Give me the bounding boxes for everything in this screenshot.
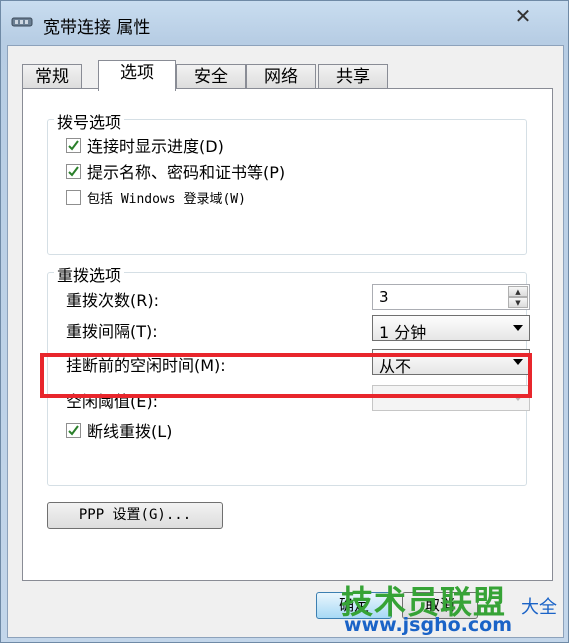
tab-networking[interactable]: 网络 [246,64,316,89]
spin-up-icon[interactable]: ▲ [508,286,528,297]
redialing-options-title: 重拨选项 [54,262,125,286]
window-title: 宽带连接 属性 [43,18,151,38]
redial-interval-label: 重拨间隔(T): [66,322,158,341]
watermark-url: www.jsgho.com [344,614,512,636]
checkbox-unchecked-icon [66,189,81,205]
chevron-down-icon [513,325,523,331]
checkbox-checked-icon [66,422,81,438]
watermark-suffix: 大全 [521,597,557,618]
tab-sharing[interactable]: 共享 [318,64,388,89]
checkbox-checked-icon [66,137,81,153]
redial-on-drop-label: 断线重拨(L) [87,422,173,441]
redial-attempts-value: 3 [379,288,389,306]
title-bar: 宽带连接 属性 ✕ [1,1,568,45]
include-windows-domain-checkbox[interactable]: 包括 Windows 登录域(W) [66,186,246,208]
tab-options[interactable]: 选项 [98,60,176,91]
dialing-options-group: 拨号选项 连接时显示进度(D) 提示名称、密码和证书等(P) 包括 Window… [47,109,527,255]
tab-security[interactable]: 安全 [176,64,246,89]
close-icon: ✕ [514,4,532,28]
prompt-credentials-label: 提示名称、密码和证书等(P) [87,163,286,182]
ppp-settings-button[interactable]: PPP 设置(G)... [47,502,223,529]
dialog-client: 常规 选项 安全 网络 共享 拨号选项 连接时显示进度(D) 提示名称、密码和证… [7,45,564,638]
redial-interval-select[interactable]: 1 分钟 [372,315,530,342]
checkbox-checked-icon [66,163,81,179]
spinner-arrows: ▲ ▼ [508,286,528,308]
tab-general[interactable]: 常规 [22,64,82,89]
show-progress-checkbox[interactable]: 连接时显示进度(D) [66,134,224,156]
highlight-annotation [40,353,532,398]
close-button[interactable]: ✕ [507,5,539,29]
properties-window: 宽带连接 属性 ✕ 常规 选项 安全 网络 共享 拨号选项 连接时显示进度(D) [0,0,569,643]
prompt-credentials-checkbox[interactable]: 提示名称、密码和证书等(P) [66,160,285,182]
spin-down-icon[interactable]: ▼ [508,297,528,308]
show-progress-label: 连接时显示进度(D) [87,137,224,156]
network-connection-icon [11,15,33,29]
options-panel: 拨号选项 连接时显示进度(D) 提示名称、密码和证书等(P) 包括 Window… [22,88,553,581]
redial-attempts-label: 重拨次数(R): [66,291,159,310]
redial-attempts-spinner[interactable]: 3 ▲ ▼ [372,284,530,310]
redial-interval-value: 1 分钟 [379,323,427,342]
redial-on-drop-checkbox[interactable]: 断线重拨(L) [66,419,172,441]
dialing-options-title: 拨号选项 [54,109,125,133]
include-windows-domain-label: 包括 Windows 登录域(W) [87,191,246,207]
